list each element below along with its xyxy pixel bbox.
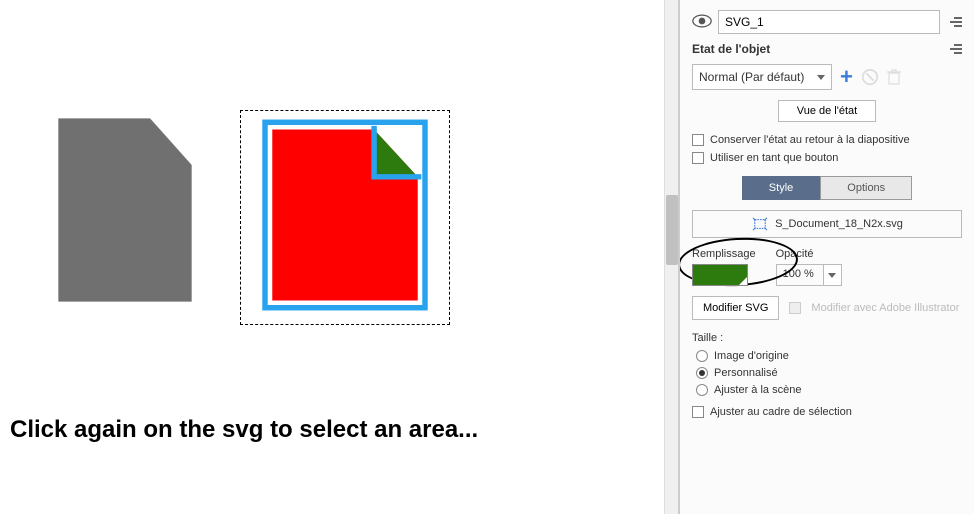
keep-state-label: Conserver l'état au retour à la diaposit…: [710, 134, 910, 146]
size-radio-original-label: Image d'origine: [714, 350, 789, 362]
size-radio-custom-label: Personnalisé: [714, 367, 778, 379]
document-icon-selected-container[interactable]: [240, 110, 450, 325]
visibility-icon[interactable]: [692, 14, 712, 31]
tab-options[interactable]: Options: [820, 176, 912, 200]
state-menu-icon[interactable]: [946, 44, 962, 54]
chevron-down-icon: [828, 273, 836, 278]
modify-illustrator-checkbox: [789, 302, 801, 314]
object-name-input[interactable]: [718, 10, 940, 34]
svg-filename-button[interactable]: S_Document_18_N2x.svg: [692, 210, 962, 238]
fill-color-picker[interactable]: [692, 264, 748, 286]
canvas-instruction-text: Click again on the svg to select an area…: [10, 416, 478, 444]
use-as-button-checkbox[interactable]: [692, 152, 704, 164]
opacity-label: Opacité: [776, 248, 842, 260]
fit-selection-checkbox[interactable]: [692, 406, 704, 418]
scrollbar-thumb[interactable]: [666, 195, 678, 265]
object-menu-icon[interactable]: [946, 17, 962, 27]
document-icon-gray[interactable]: [40, 110, 210, 315]
size-radio-fit-label: Ajuster à la scène: [714, 384, 801, 396]
keep-state-checkbox[interactable]: [692, 134, 704, 146]
delete-state-icon: [887, 69, 901, 85]
modify-illustrator-label: Modifier avec Adobe Illustrator: [811, 302, 959, 314]
vertical-scrollbar[interactable]: [664, 0, 678, 514]
fill-label: Remplissage: [692, 248, 756, 260]
size-radio-original[interactable]: [696, 350, 708, 362]
size-label: Taille :: [692, 332, 962, 344]
opacity-value[interactable]: 100 %: [776, 264, 824, 286]
size-radio-custom[interactable]: [696, 367, 708, 379]
chevron-down-icon: [817, 75, 825, 80]
reset-state-icon: [861, 68, 879, 86]
size-radio-fit[interactable]: [696, 384, 708, 396]
view-state-button[interactable]: Vue de l'état: [778, 100, 876, 122]
tab-style[interactable]: Style: [742, 176, 820, 200]
opacity-dropdown-button[interactable]: [824, 264, 842, 286]
fit-selection-label: Ajuster au cadre de sélection: [710, 406, 852, 418]
state-selector-value: Normal (Par défaut): [699, 70, 804, 84]
svg-filename-text: S_Document_18_N2x.svg: [775, 218, 903, 230]
properties-panel: Etat de l'objet Normal (Par défaut) + Vu…: [679, 0, 974, 514]
state-section-title: Etat de l'objet: [692, 42, 770, 56]
modify-svg-button[interactable]: Modifier SVG: [692, 296, 779, 320]
crop-icon: [751, 217, 769, 231]
use-as-button-label: Utiliser en tant que bouton: [710, 152, 838, 164]
canvas-area: Click again on the svg to select an area…: [0, 0, 679, 514]
add-state-icon[interactable]: +: [840, 64, 853, 90]
state-selector[interactable]: Normal (Par défaut): [692, 64, 832, 90]
